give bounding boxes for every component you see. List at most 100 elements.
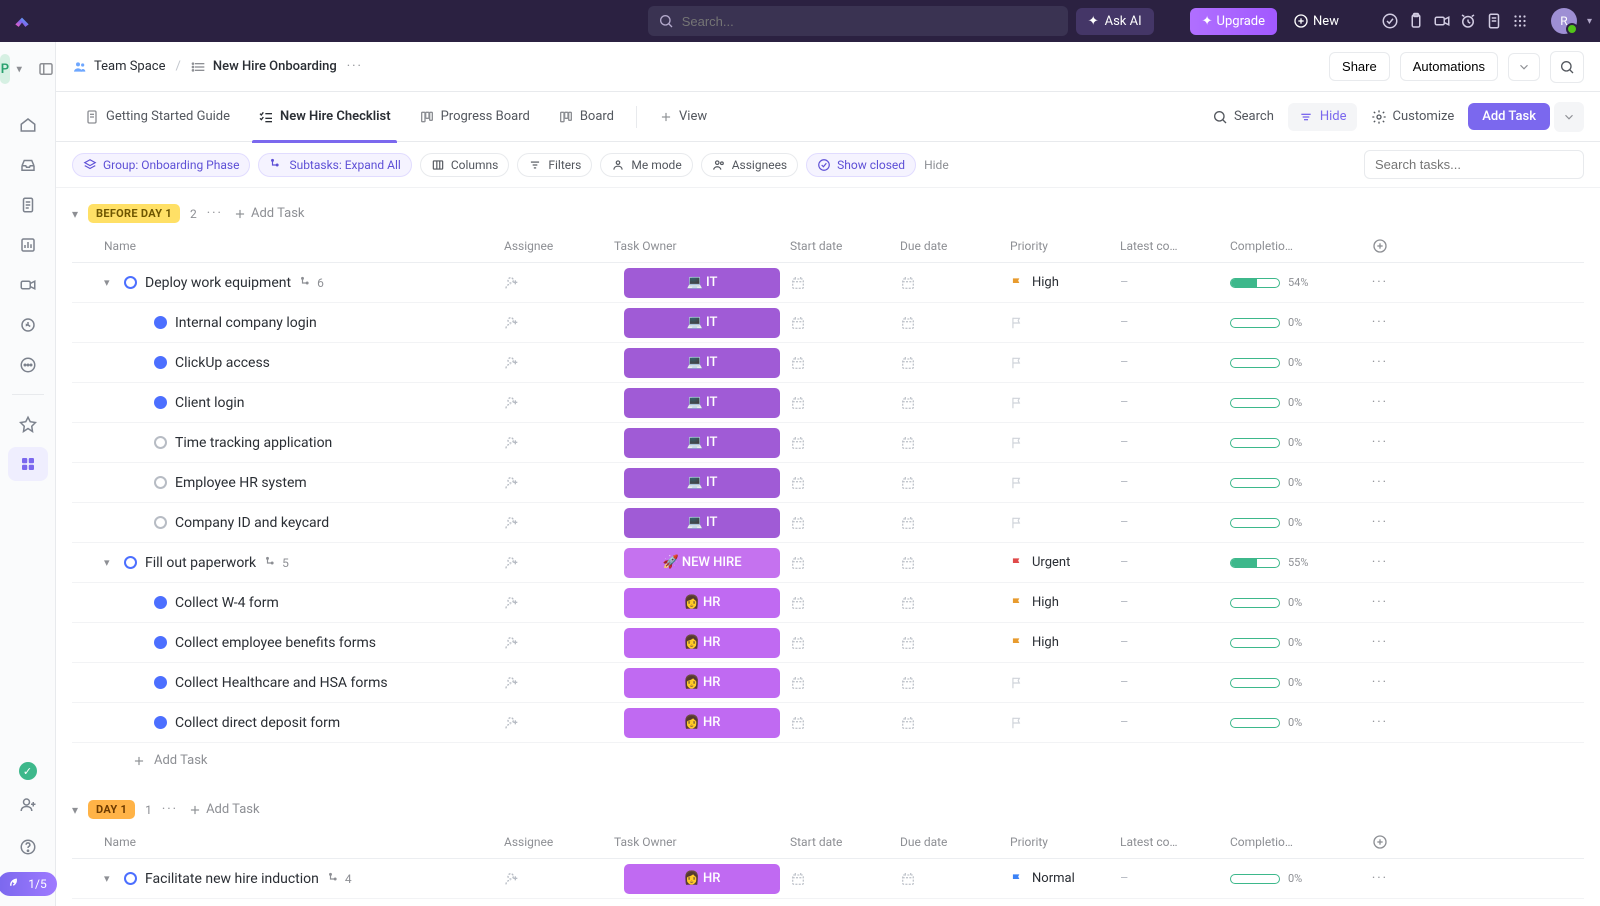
priority-flag-icon[interactable] [1010, 316, 1024, 330]
task-name[interactable]: Time tracking application [175, 435, 332, 451]
task-name[interactable]: ClickUp access [175, 355, 270, 371]
due-date-icon[interactable] [900, 435, 916, 451]
col-priority[interactable]: Priority [1010, 239, 1120, 253]
group-caret[interactable]: ▾ [72, 207, 78, 221]
row-more-icon[interactable]: ··· [1372, 515, 1388, 530]
row-more-icon[interactable]: ··· [1372, 715, 1388, 730]
assignee-add-icon[interactable] [504, 315, 520, 331]
table-row[interactable]: ▾ Facilitate new hire induction 4 👩 HR N… [72, 859, 1584, 899]
status-dot[interactable] [124, 556, 137, 569]
customize-button[interactable]: Customize [1361, 103, 1465, 131]
start-date-icon[interactable] [790, 275, 806, 291]
task-name[interactable]: Collect Healthcare and HSA forms [175, 675, 388, 691]
panel-collapse-icon[interactable] [37, 52, 55, 86]
priority-flag-icon[interactable] [1010, 716, 1024, 730]
status-dot[interactable] [154, 676, 167, 689]
task-name[interactable]: Facilitate new hire induction [145, 871, 319, 887]
col-assignee[interactable]: Assignee [504, 239, 614, 253]
table-row[interactable]: Collect Healthcare and HSA forms 👩 HR – … [72, 663, 1584, 703]
col-name[interactable]: Name [104, 835, 504, 849]
share-button[interactable]: Share [1329, 52, 1390, 81]
col-start[interactable]: Start date [790, 239, 900, 253]
task-owner-tag[interactable]: 👩 HR [624, 864, 780, 894]
col-completion[interactable]: Completio… [1230, 239, 1360, 253]
start-date-icon[interactable] [790, 435, 806, 451]
task-owner-tag[interactable]: 💻 IT [624, 428, 780, 458]
due-date-icon[interactable] [900, 675, 916, 691]
table-row[interactable]: Collect direct deposit form 👩 HR – 0% ··… [72, 703, 1584, 743]
due-date-icon[interactable] [900, 595, 916, 611]
quick-search-button[interactable] [1550, 51, 1584, 83]
status-dot[interactable] [154, 476, 167, 489]
home-icon[interactable] [8, 108, 48, 142]
breadcrumb-list[interactable]: New Hire Onboarding [191, 59, 337, 75]
start-date-icon[interactable] [790, 635, 806, 651]
docs-icon[interactable] [8, 188, 48, 222]
priority-flag-icon[interactable] [1010, 596, 1024, 610]
invite-icon[interactable] [8, 788, 48, 822]
status-dot[interactable] [154, 596, 167, 609]
start-date-icon[interactable] [790, 555, 806, 571]
priority-flag-icon[interactable] [1010, 276, 1024, 290]
status-dot[interactable] [124, 872, 137, 885]
col-priority[interactable]: Priority [1010, 835, 1120, 849]
start-date-icon[interactable] [790, 355, 806, 371]
status-dot[interactable] [154, 316, 167, 329]
due-date-icon[interactable] [900, 275, 916, 291]
status-dot[interactable] [154, 396, 167, 409]
doc-icon[interactable] [1485, 12, 1503, 30]
chip-me-mode[interactable]: Me mode [600, 153, 692, 177]
hide-button[interactable]: Hide [1288, 103, 1357, 131]
assignee-add-icon[interactable] [504, 675, 520, 691]
priority-flag-icon[interactable] [1010, 636, 1024, 650]
status-dot[interactable] [154, 516, 167, 529]
inbox-icon[interactable] [8, 148, 48, 182]
assignee-add-icon[interactable] [504, 515, 520, 531]
upgrade-button[interactable]: ✦Upgrade [1190, 8, 1277, 35]
subtask-count[interactable]: 5 [264, 556, 289, 570]
ask-ai-button[interactable]: ✦ Ask AI [1076, 8, 1154, 35]
table-row[interactable]: Employee HR system 💻 IT – 0% ··· [72, 463, 1584, 503]
user-avatar[interactable]: R [1551, 8, 1577, 34]
due-date-icon[interactable] [900, 555, 916, 571]
task-owner-tag[interactable]: 👩 HR [624, 708, 780, 738]
row-more-icon[interactable]: ··· [1372, 435, 1388, 450]
table-row[interactable]: Company ID and keycard 💻 IT – 0% ··· [72, 503, 1584, 543]
chip-columns[interactable]: Columns [420, 153, 510, 177]
group-add-task[interactable]: Add Task [188, 802, 260, 817]
onboarding-progress-pill[interactable]: 1/5 [0, 872, 57, 896]
check-circle-icon[interactable] [1381, 12, 1399, 30]
table-row[interactable]: Client login 💻 IT – 0% ··· [72, 383, 1584, 423]
start-date-icon[interactable] [790, 515, 806, 531]
task-owner-tag[interactable]: 🚀 NEW HIRE [624, 548, 780, 578]
table-row[interactable]: Collect W-4 form 👩 HR High – 0% ··· [72, 583, 1584, 623]
status-dot[interactable] [154, 716, 167, 729]
assignee-add-icon[interactable] [504, 555, 520, 571]
workspace-pill[interactable]: P [0, 54, 10, 84]
task-owner-tag[interactable]: 💻 IT [624, 468, 780, 498]
task-name[interactable]: Company ID and keycard [175, 515, 329, 531]
priority-flag-icon[interactable] [1010, 396, 1024, 410]
app-logo[interactable] [8, 7, 36, 35]
table-row[interactable]: Collect employee benefits forms 👩 HR Hig… [72, 623, 1584, 663]
chip-group[interactable]: Group: Onboarding Phase [72, 153, 250, 177]
priority-flag-icon[interactable] [1010, 676, 1024, 690]
start-date-icon[interactable] [790, 675, 806, 691]
breadcrumb-space[interactable]: Team Space [72, 59, 166, 75]
chip-filters[interactable]: Filters [517, 153, 592, 177]
task-name[interactable]: Employee HR system [175, 475, 307, 491]
group-more-icon[interactable]: ··· [162, 802, 178, 817]
table-row[interactable]: ClickUp access 💻 IT – 0% ··· [72, 343, 1584, 383]
add-column-button[interactable] [1360, 238, 1400, 254]
task-owner-tag[interactable]: 👩 HR [624, 588, 780, 618]
task-owner-tag[interactable]: 💻 IT [624, 348, 780, 378]
col-owner[interactable]: Task Owner [614, 239, 790, 253]
chip-subtasks[interactable]: Subtasks: Expand All [258, 153, 411, 177]
tab-board[interactable]: Board [546, 92, 626, 142]
status-dot[interactable] [124, 276, 137, 289]
global-search-input[interactable] [682, 14, 1058, 29]
add-task-row[interactable]: Add Task [72, 743, 1584, 778]
start-date-icon[interactable] [790, 475, 806, 491]
task-owner-tag[interactable]: 👩 HR [624, 628, 780, 658]
row-more-icon[interactable]: ··· [1372, 275, 1388, 290]
